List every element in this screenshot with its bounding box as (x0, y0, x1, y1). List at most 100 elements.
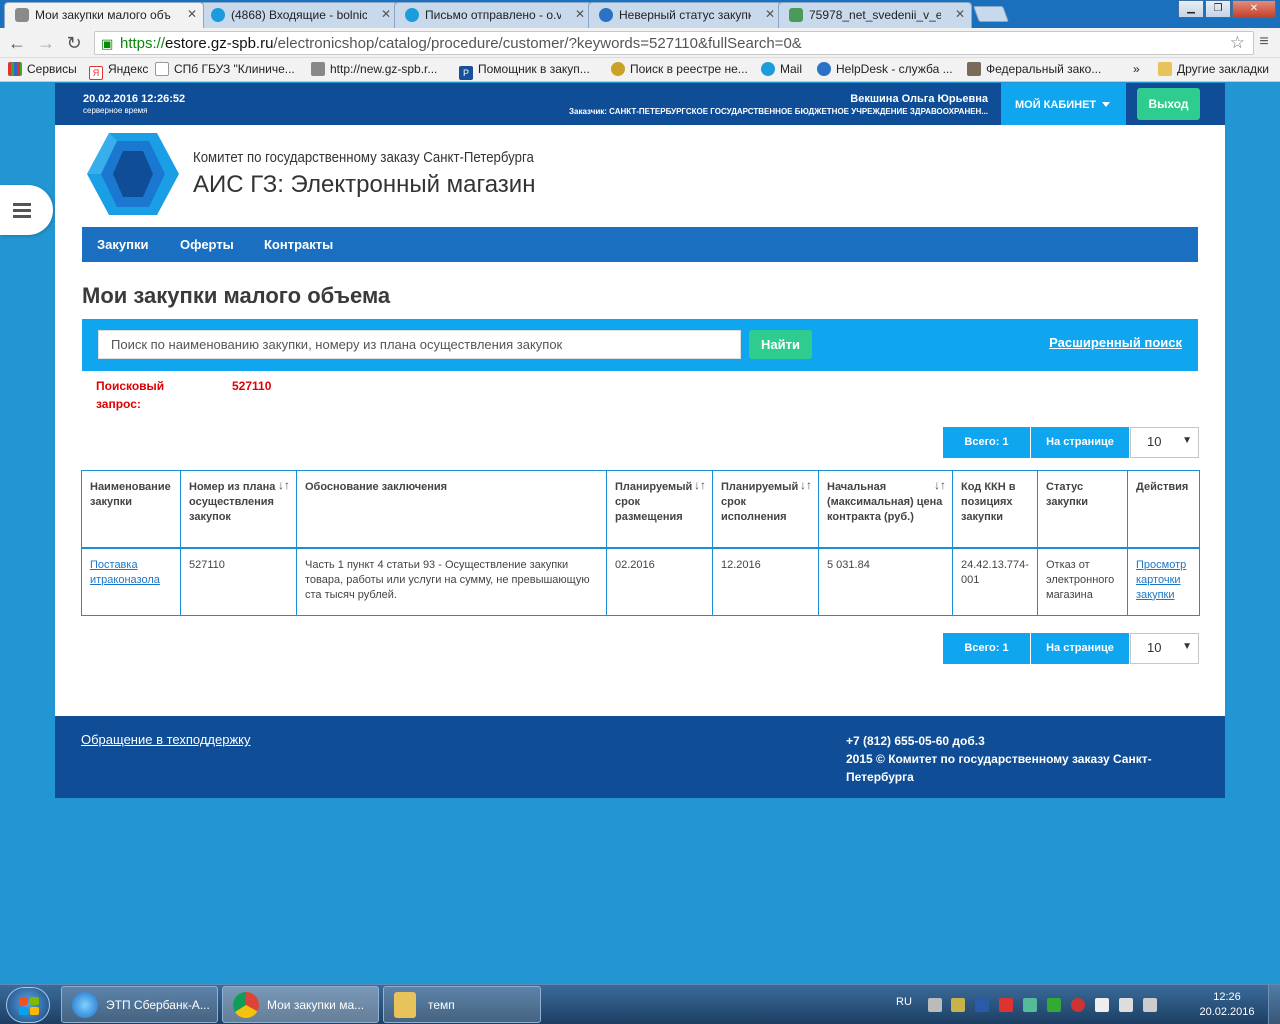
helpdesk-icon (817, 62, 831, 76)
server-time: 20.02.2016 12:26:52 (83, 93, 186, 105)
network-icon[interactable] (1119, 998, 1133, 1012)
tab-close-icon[interactable]: ✕ (575, 7, 585, 21)
search-button[interactable]: Найти (749, 330, 812, 359)
column-header[interactable]: Планируемый срок исполнения ↓↑ (712, 470, 819, 549)
my-cabinet-button[interactable]: МОЙ КАБИНЕТ (1001, 83, 1126, 125)
sort-icon[interactable]: ↓↑ (694, 478, 706, 493)
nav-item-purchases[interactable]: Закупки (97, 237, 148, 252)
column-header[interactable]: Планируемый срок размещения ↓↑ (606, 470, 713, 549)
browser-tab[interactable]: Неверный статус закупки ✕ (588, 2, 782, 28)
per-page-select[interactable]: 10 ▼ (1130, 427, 1199, 458)
search-input[interactable]: Поиск по наименованию закупки, номеру из… (98, 330, 741, 359)
url-text[interactable]: https://estore.gz-spb.ru/electronicshop/… (120, 35, 802, 52)
bookmark-star-icon[interactable]: ☆ (1230, 33, 1245, 53)
tray-app-icon[interactable] (1047, 998, 1061, 1012)
advanced-search-link[interactable]: Расширенный поиск (1049, 335, 1182, 350)
browser-tab-active[interactable]: Мои закупки малого объ ✕ (4, 2, 204, 28)
browser-menu-icon[interactable]: ≡ (1256, 34, 1272, 50)
new-tab-button[interactable] (973, 6, 1009, 22)
column-header[interactable]: Начальная (максимальная) цена контракта … (818, 470, 953, 549)
sort-icon[interactable]: ↓↑ (934, 478, 946, 493)
bookmark-item[interactable]: Р Помощник в закуп... (459, 62, 590, 80)
sort-icon[interactable]: ↓↑ (800, 478, 812, 493)
reload-icon[interactable]: ↻ (63, 32, 85, 54)
side-menu-toggle[interactable] (0, 185, 53, 235)
restore-icon[interactable]: ❐ (1205, 0, 1231, 18)
column-header-label: Планируемый срок исполнения (721, 481, 799, 523)
lock-icon: ▣ (101, 36, 114, 51)
search-query-label: Поисковый запрос: (96, 379, 165, 411)
taskbar-item-label: Мои закупки ма... (267, 998, 365, 1012)
browser-tab[interactable]: Письмо отправлено - o.v ✕ (394, 2, 592, 28)
yandex-icon: Я (89, 66, 103, 80)
show-desktop-button[interactable] (1268, 985, 1280, 1024)
bookmark-item[interactable]: HelpDesk - служба ... (817, 62, 953, 76)
windows-logo-icon (19, 997, 39, 1015)
start-button[interactable] (6, 987, 50, 1023)
taskbar-item[interactable]: темп (383, 986, 541, 1023)
minimize-icon[interactable]: ▁ (1178, 0, 1204, 18)
tab-label: Письмо отправлено - o.v (425, 8, 561, 22)
folder-icon (394, 992, 416, 1018)
bookmark-label: Поиск в реестре не... (630, 62, 748, 76)
tools-favicon-icon (15, 8, 29, 22)
search-query-value: 527110 (232, 379, 272, 393)
other-bookmarks-folder[interactable]: Другие закладки (1158, 62, 1269, 76)
bookmark-item[interactable]: Я Яндекс (89, 62, 148, 80)
column-header: Действия (1127, 470, 1200, 549)
purchase-name-link[interactable]: Поставка итраконазола (90, 559, 160, 586)
user-name: Векшина Ольга Юрьевна (850, 93, 988, 105)
bookmark-item[interactable]: Федеральный зако... (967, 62, 1101, 76)
bookmark-item[interactable]: http://new.gz-spb.r... (311, 62, 437, 76)
clock[interactable]: 12:26 20.02.2016 (1192, 990, 1262, 1020)
nav-item-contracts[interactable]: Контракты (264, 237, 333, 252)
volume-icon[interactable] (1143, 998, 1157, 1012)
tray-app-icon[interactable] (928, 998, 942, 1012)
mail-favicon-icon (405, 8, 419, 22)
per-page-label: На странице (1031, 427, 1129, 458)
browser-tab[interactable]: 75978_net_svedenii_v_em ✕ (778, 2, 972, 28)
tray-app-icon[interactable] (951, 998, 965, 1012)
taskbar-item[interactable]: Мои закупки ма... (222, 986, 379, 1023)
browser-tab[interactable]: (4868) Входящие - bolnica ✕ (200, 2, 398, 28)
bookmark-item[interactable]: Сервисы (8, 62, 77, 76)
bookmark-label: СПб ГБУЗ "Клиниче... (174, 62, 295, 76)
folder-icon (1158, 62, 1172, 76)
apps-grid-icon (8, 62, 22, 76)
column-header-label: Номер из плана осуществления закупок (189, 481, 276, 523)
more-bookmarks-button[interactable]: » (1133, 62, 1140, 76)
browser-tabstrip: Мои закупки малого объ ✕ (4868) Входящие… (0, 0, 1280, 28)
column-header[interactable]: Номер из плана осуществления закупок ↓↑ (180, 470, 297, 549)
window-close-icon[interactable]: ✕ (1232, 0, 1276, 18)
action-center-icon[interactable] (1095, 998, 1109, 1012)
per-page-value: 10 (1147, 640, 1162, 655)
nav-item-offers[interactable]: Оферты (180, 237, 234, 252)
logout-button[interactable]: Выход (1137, 88, 1200, 120)
bookmark-label: Помощник в закуп... (478, 62, 590, 76)
bookmark-item[interactable]: Поиск в реестре не... (611, 62, 748, 76)
column-header-label: Наименование закупки (90, 481, 171, 508)
tab-close-icon[interactable]: ✕ (187, 7, 197, 21)
bookmark-item[interactable]: Mail (761, 62, 802, 76)
column-header: Обоснование заключения (296, 470, 607, 549)
per-page-select[interactable]: 10 ▼ (1130, 633, 1199, 664)
customer-name: Заказчик: САНКТ-ПЕТЕРБУРГСКОЕ ГОСУДАРСТВ… (569, 107, 988, 116)
tab-close-icon[interactable]: ✕ (955, 7, 965, 21)
tray-app-icon[interactable] (975, 998, 989, 1012)
logo (87, 133, 179, 215)
tab-close-icon[interactable]: ✕ (381, 7, 391, 21)
tab-close-icon[interactable]: ✕ (765, 7, 775, 21)
view-card-link[interactable]: Просмотр карточки закупки (1136, 559, 1186, 601)
tray-app-icon[interactable] (999, 998, 1013, 1012)
taskbar-item[interactable]: ЭТП Сбербанк-А... (61, 986, 218, 1023)
address-bar[interactable]: ▣ https://estore.gz-spb.ru/electronicsho… (94, 31, 1254, 55)
bookmark-item[interactable]: СПб ГБУЗ "Клиниче... (155, 62, 295, 76)
support-link[interactable]: Обращение в техподдержку (81, 732, 251, 747)
forward-arrow-icon[interactable]: → (35, 32, 57, 54)
language-indicator[interactable]: RU (896, 996, 912, 1008)
sort-icon[interactable]: ↓↑ (278, 478, 290, 493)
back-arrow-icon[interactable]: ← (6, 32, 28, 54)
tray-app-icon[interactable] (1023, 998, 1037, 1012)
tray-app-icon[interactable] (1071, 998, 1085, 1012)
cell-status: Отказ от электронного магазина (1037, 547, 1128, 616)
